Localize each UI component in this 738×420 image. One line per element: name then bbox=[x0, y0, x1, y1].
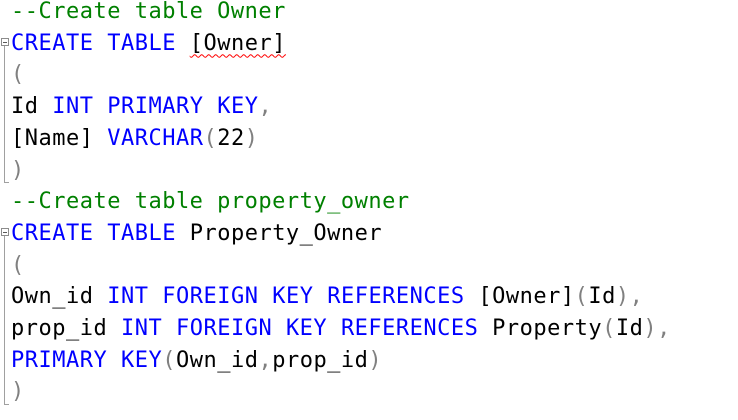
code-token: 22 bbox=[217, 125, 245, 151]
code-token: prop_id bbox=[272, 347, 369, 373]
code-token: --Create table property_owner bbox=[11, 189, 410, 215]
code-token: ) bbox=[368, 347, 383, 373]
code-token: KEY bbox=[285, 316, 328, 341]
code-token: FOREIGN bbox=[162, 284, 259, 310]
code-token: [Name] bbox=[11, 125, 94, 151]
code-token: Id bbox=[615, 316, 644, 341]
code-token: INT bbox=[107, 284, 149, 310]
code-token: ( bbox=[574, 284, 589, 310]
code-token: KEY bbox=[272, 284, 314, 310]
code-token: CREATE bbox=[11, 30, 94, 56]
code-line: ( bbox=[11, 63, 25, 94]
code-line: ) bbox=[11, 380, 25, 411]
code-token: Id bbox=[588, 284, 616, 310]
code-line: ( bbox=[11, 252, 25, 285]
code-line: prop_id INT FOREIGN KEY REFERENCES Prope… bbox=[11, 317, 671, 348]
code-line: CREATE TABLE Property_Owner bbox=[11, 220, 383, 253]
region-guide-line bbox=[4, 236, 5, 404]
code-line: --Create table Owner bbox=[11, 0, 286, 31]
code-token: CREATE bbox=[11, 220, 94, 246]
code-token: ( bbox=[11, 252, 25, 278]
code-token: Property_Owner bbox=[189, 220, 383, 246]
code-token: --Create table Owner bbox=[11, 0, 286, 24]
code-token: prop_id bbox=[11, 316, 108, 341]
code-token: ) bbox=[11, 157, 25, 183]
code-line: [Name] VARCHAR(22) bbox=[11, 125, 259, 158]
code-token: ( bbox=[11, 62, 25, 88]
region-end-marker bbox=[4, 182, 9, 183]
code-token: INT bbox=[120, 316, 163, 341]
code-token: ) bbox=[244, 125, 259, 151]
collapse-region-icon[interactable] bbox=[1, 228, 9, 236]
code-token: ( bbox=[203, 125, 218, 151]
region-guide-line bbox=[4, 46, 5, 182]
code-token: REFERENCES bbox=[340, 316, 479, 341]
code-token: , bbox=[258, 347, 273, 373]
code-token: Id bbox=[11, 94, 39, 120]
code-token: PRIMARY bbox=[11, 347, 108, 373]
code-token: ( bbox=[162, 347, 176, 373]
code-token: INT bbox=[52, 94, 94, 120]
sql-editor[interactable]: --Create table Owner CREATE TABLE [Owner]… bbox=[0, 0, 738, 420]
code-token: Own_id bbox=[11, 284, 94, 310]
code-token: VARCHAR bbox=[107, 125, 204, 151]
code-line: --Create table property_owner bbox=[11, 190, 410, 221]
code-token: TABLE bbox=[107, 30, 176, 56]
region-end-marker bbox=[4, 404, 9, 405]
code-token: Property bbox=[492, 316, 603, 341]
code-token: ), bbox=[643, 316, 671, 341]
code-token: PRIMARY bbox=[107, 94, 204, 120]
code-line: ) bbox=[11, 157, 25, 190]
code-token: ), bbox=[615, 284, 644, 310]
code-token: KEY bbox=[217, 94, 259, 120]
code-token: , bbox=[258, 94, 273, 120]
code-line: Own_id INT FOREIGN KEY REFERENCES [Owner… bbox=[11, 285, 643, 316]
code-token: KEY bbox=[120, 347, 163, 373]
code-token: ) bbox=[11, 379, 25, 405]
code-token: REFERENCES bbox=[327, 284, 465, 310]
error-token: [Owner] bbox=[189, 30, 286, 56]
code-line: Id INT PRIMARY KEY, bbox=[11, 95, 272, 126]
code-token: ( bbox=[602, 316, 616, 341]
code-token: [Owner] bbox=[478, 284, 575, 310]
outline-gutter bbox=[0, 0, 10, 420]
collapse-region-icon[interactable] bbox=[1, 38, 9, 46]
code-line: CREATE TABLE [Owner] bbox=[11, 30, 286, 63]
code-token: Own_id bbox=[175, 347, 259, 373]
code-line: PRIMARY KEY(Own_id,prop_id) bbox=[11, 347, 383, 380]
code-token: FOREIGN bbox=[175, 316, 273, 341]
code-token: TABLE bbox=[107, 220, 176, 246]
